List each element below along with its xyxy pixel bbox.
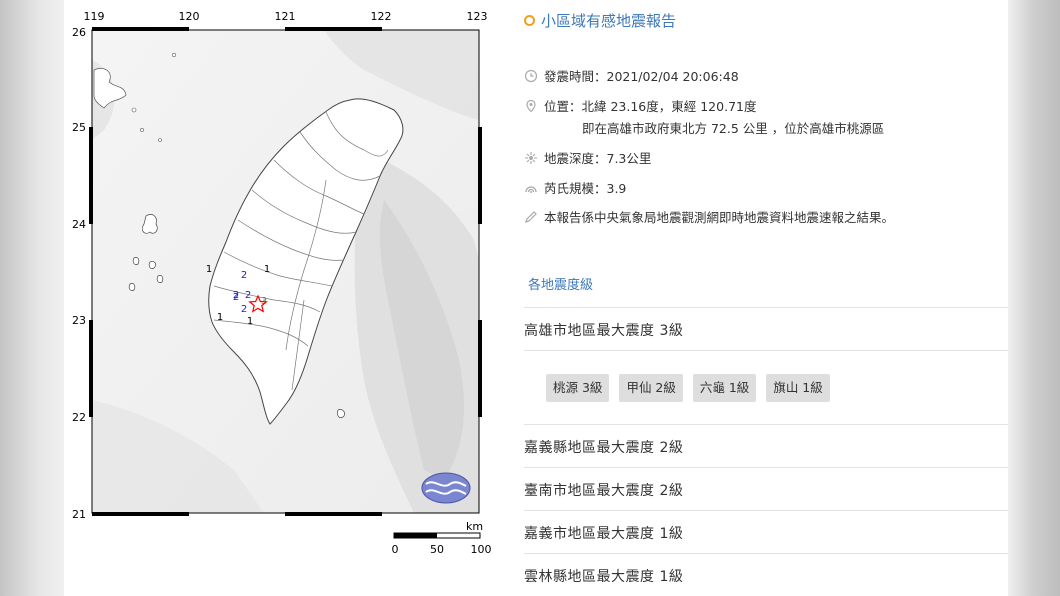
circle-bullet-icon xyxy=(524,14,535,26)
lat-tick: 24 xyxy=(72,218,86,231)
region-chiayi-city[interactable]: 嘉義市地區最大震度 1級 xyxy=(524,523,683,543)
depth-icon xyxy=(524,151,538,165)
intensity-marker: 1 xyxy=(264,264,270,275)
divider xyxy=(524,510,1008,511)
latitude-ticks: 26 25 24 23 22 21 xyxy=(72,26,86,521)
station-chip: 旗山 1級 xyxy=(766,374,830,402)
note-text: 本報告係中央氣象局地震觀測網即時地震資料地震速報之結果。 xyxy=(544,210,895,225)
lon-tick: 120 xyxy=(179,10,200,23)
islet xyxy=(140,128,144,132)
info-time: 發震時間：2021/02/04 20:06:48 xyxy=(524,66,739,85)
info-location: 位置：北緯 23.16度，東經 120.71度 xyxy=(524,96,756,115)
report-panel: 小區域有感地震報告 發震時間：2021/02/04 20:06:48 位置：北緯… xyxy=(524,0,1008,596)
intensity-section-title: 各地震度級 xyxy=(528,278,594,293)
background-left xyxy=(0,0,64,596)
location-text: 位置：北緯 23.16度，東經 120.71度 xyxy=(544,99,757,114)
map-figure: 119 120 121 122 123 26 25 24 23 22 21 11… xyxy=(72,10,492,556)
station-chip: 六龜 1級 xyxy=(692,374,757,402)
region-kaohsiung[interactable]: 高雄市地區最大震度 3級 xyxy=(524,320,683,340)
lon-tick: 123 xyxy=(467,10,488,23)
magnitude-text: 芮氏規模：3.9 xyxy=(544,181,627,196)
lat-tick: 26 xyxy=(72,26,86,39)
intensity-marker: 1 xyxy=(206,264,212,275)
intensity-marker: 2 xyxy=(241,270,247,281)
earthquake-map: 119 120 121 122 123 26 25 24 23 22 21 11… xyxy=(64,0,504,596)
islet xyxy=(171,52,177,58)
region-chiayi-county[interactable]: 嘉義縣地區最大震度 2級 xyxy=(524,437,683,457)
lon-tick: 121 xyxy=(275,10,296,23)
station-chip: 甲仙 2級 xyxy=(619,374,683,402)
divider xyxy=(524,424,1008,425)
depth-text: 地震深度：7.3公里 xyxy=(544,151,652,166)
signal-icon xyxy=(524,181,538,195)
islet xyxy=(158,138,162,142)
intensity-marker: 2 xyxy=(233,292,239,303)
info-depth: 地震深度：7.3公里 xyxy=(524,148,651,167)
scale-tick: 100 xyxy=(471,543,492,556)
time-text: 發震時間：2021/02/04 20:06:48 xyxy=(544,69,739,84)
divider xyxy=(524,553,1008,554)
pencil-icon xyxy=(524,210,538,224)
divider xyxy=(524,350,1008,351)
lat-tick: 22 xyxy=(72,411,86,424)
scale-unit: km xyxy=(466,520,483,533)
intensity-marker: 1 xyxy=(247,316,253,327)
green-island xyxy=(337,409,345,418)
scale-tick: 0 xyxy=(392,543,399,556)
map-pin-icon xyxy=(524,99,538,113)
scale-tick: 50 xyxy=(430,543,444,556)
station-chips: 桃源 3級 甲仙 2級 六龜 1級 旗山 1級 xyxy=(546,374,830,402)
station-chip: 桃源 3級 xyxy=(546,374,610,402)
report-title-text: 小區域有感地震報告 xyxy=(541,11,677,30)
cwb-logo xyxy=(421,472,471,504)
report-page: 119 120 121 122 123 26 25 24 23 22 21 11… xyxy=(64,0,1008,596)
background-right xyxy=(1008,0,1060,596)
lon-tick: 119 xyxy=(84,10,105,23)
divider xyxy=(524,307,1008,308)
info-magnitude: 芮氏規模：3.9 xyxy=(524,178,626,197)
intensity-marker: 2 xyxy=(241,304,247,315)
divider xyxy=(524,467,1008,468)
scale-bar: km 0 50 100 xyxy=(392,520,492,556)
longitude-ticks: 119 120 121 122 123 xyxy=(84,10,488,23)
lat-tick: 21 xyxy=(72,508,86,521)
islet xyxy=(131,107,137,113)
location-detail: 即在高雄市政府東北方 72.5 公里 ，位於高雄市桃源區 xyxy=(582,121,885,136)
intensity-marker: 2 xyxy=(245,290,251,301)
info-note: 本報告係中央氣象局地震觀測網即時地震資料地震速報之結果。 xyxy=(524,207,894,226)
report-title: 小區域有感地震報告 xyxy=(524,10,676,30)
region-yunlin[interactable]: 雲林縣地區最大震度 1級 xyxy=(524,566,683,586)
lon-tick: 122 xyxy=(371,10,392,23)
intensity-marker: 1 xyxy=(217,312,223,323)
lat-tick: 23 xyxy=(72,314,86,327)
lat-tick: 25 xyxy=(72,121,86,134)
region-tainan[interactable]: 臺南市地區最大震度 2級 xyxy=(524,480,683,500)
clock-icon xyxy=(524,69,538,83)
